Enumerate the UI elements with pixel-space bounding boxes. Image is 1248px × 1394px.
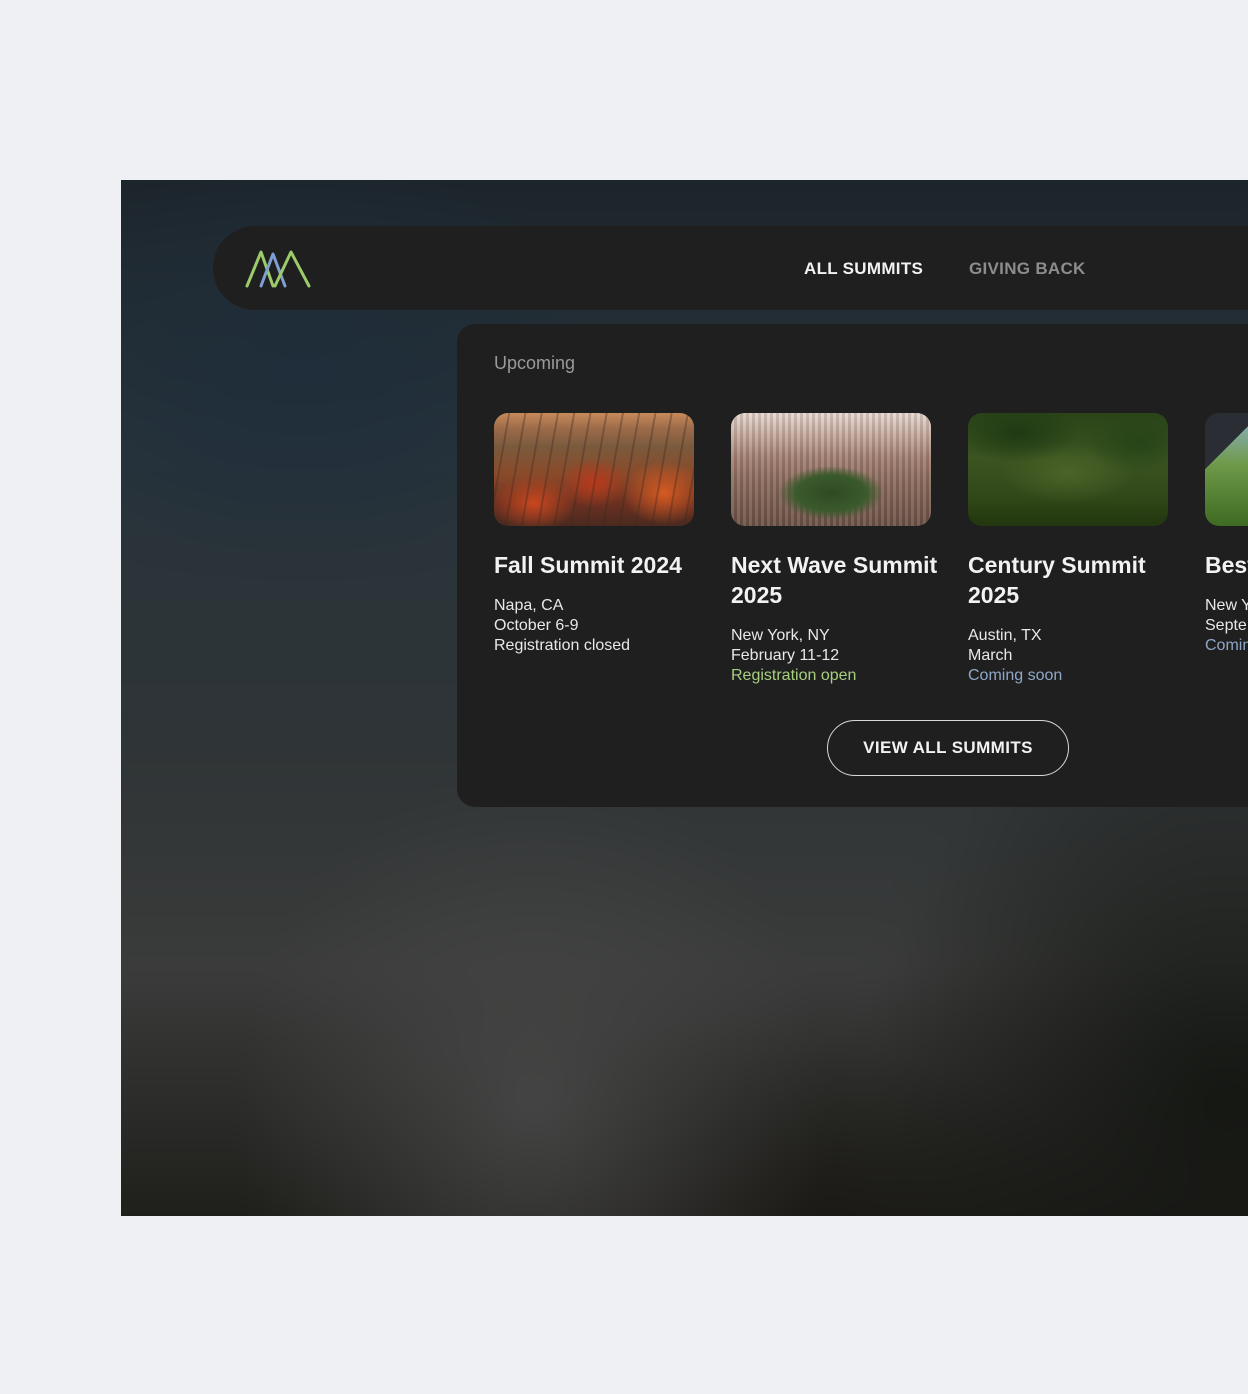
- partial-photo: [1205, 413, 1248, 526]
- vineyard-photo: [494, 413, 694, 526]
- view-all-summits-button[interactable]: VIEW ALL SUMMITS: [827, 720, 1069, 776]
- summit-card-partial[interactable]: Best 202 New Y Septe Comin: [1205, 413, 1248, 656]
- card-title: Next Wave Summit 2025: [731, 552, 938, 608]
- summit-card-fall-2024[interactable]: Fall Summit 2024 Napa, CA October 6-9 Re…: [494, 413, 694, 656]
- summits-dropdown-panel: Upcoming Fall Summit 2024 Napa, CA Octob…: [457, 324, 1248, 807]
- card-status: Registration closed: [494, 637, 631, 654]
- summit-card-century-2025[interactable]: Century Summit 2025 Austin, TX March Com…: [968, 413, 1168, 686]
- card-date: Septe: [1205, 617, 1247, 634]
- card-date: March: [968, 647, 1013, 664]
- card-status: Comin: [1205, 637, 1248, 654]
- card-date: February 11-12: [731, 647, 840, 664]
- nav-link-giving-back[interactable]: GIVING BACK: [969, 259, 1086, 279]
- card-title: Fall Summit 2024: [494, 552, 682, 578]
- nav-link-all-summits[interactable]: ALL SUMMITS: [804, 259, 923, 279]
- card-date: October 6-9: [494, 617, 579, 634]
- card-location: New Y: [1205, 597, 1248, 614]
- summit-card-next-wave-2025[interactable]: Next Wave Summit 2025 New York, NY Febru…: [731, 413, 937, 686]
- section-label-upcoming: Upcoming: [494, 353, 576, 373]
- card-title: Century Summit 2025: [968, 552, 1146, 608]
- card-location: New York, NY: [731, 627, 830, 644]
- brand-logo-icon[interactable]: [245, 248, 313, 288]
- card-location: Napa, CA: [494, 597, 564, 614]
- city-aerial-photo: [731, 413, 931, 526]
- park-aerial-photo: [968, 413, 1168, 526]
- card-title: Best 202: [1205, 552, 1248, 578]
- hero-frame: ALL SUMMITS GIVING BACK Upcoming Fall Su…: [121, 180, 1248, 1216]
- card-location: Austin, TX: [968, 627, 1042, 644]
- card-status: Coming soon: [968, 667, 1063, 684]
- card-status: Registration open: [731, 667, 857, 684]
- top-navbar: ALL SUMMITS GIVING BACK: [213, 226, 1248, 310]
